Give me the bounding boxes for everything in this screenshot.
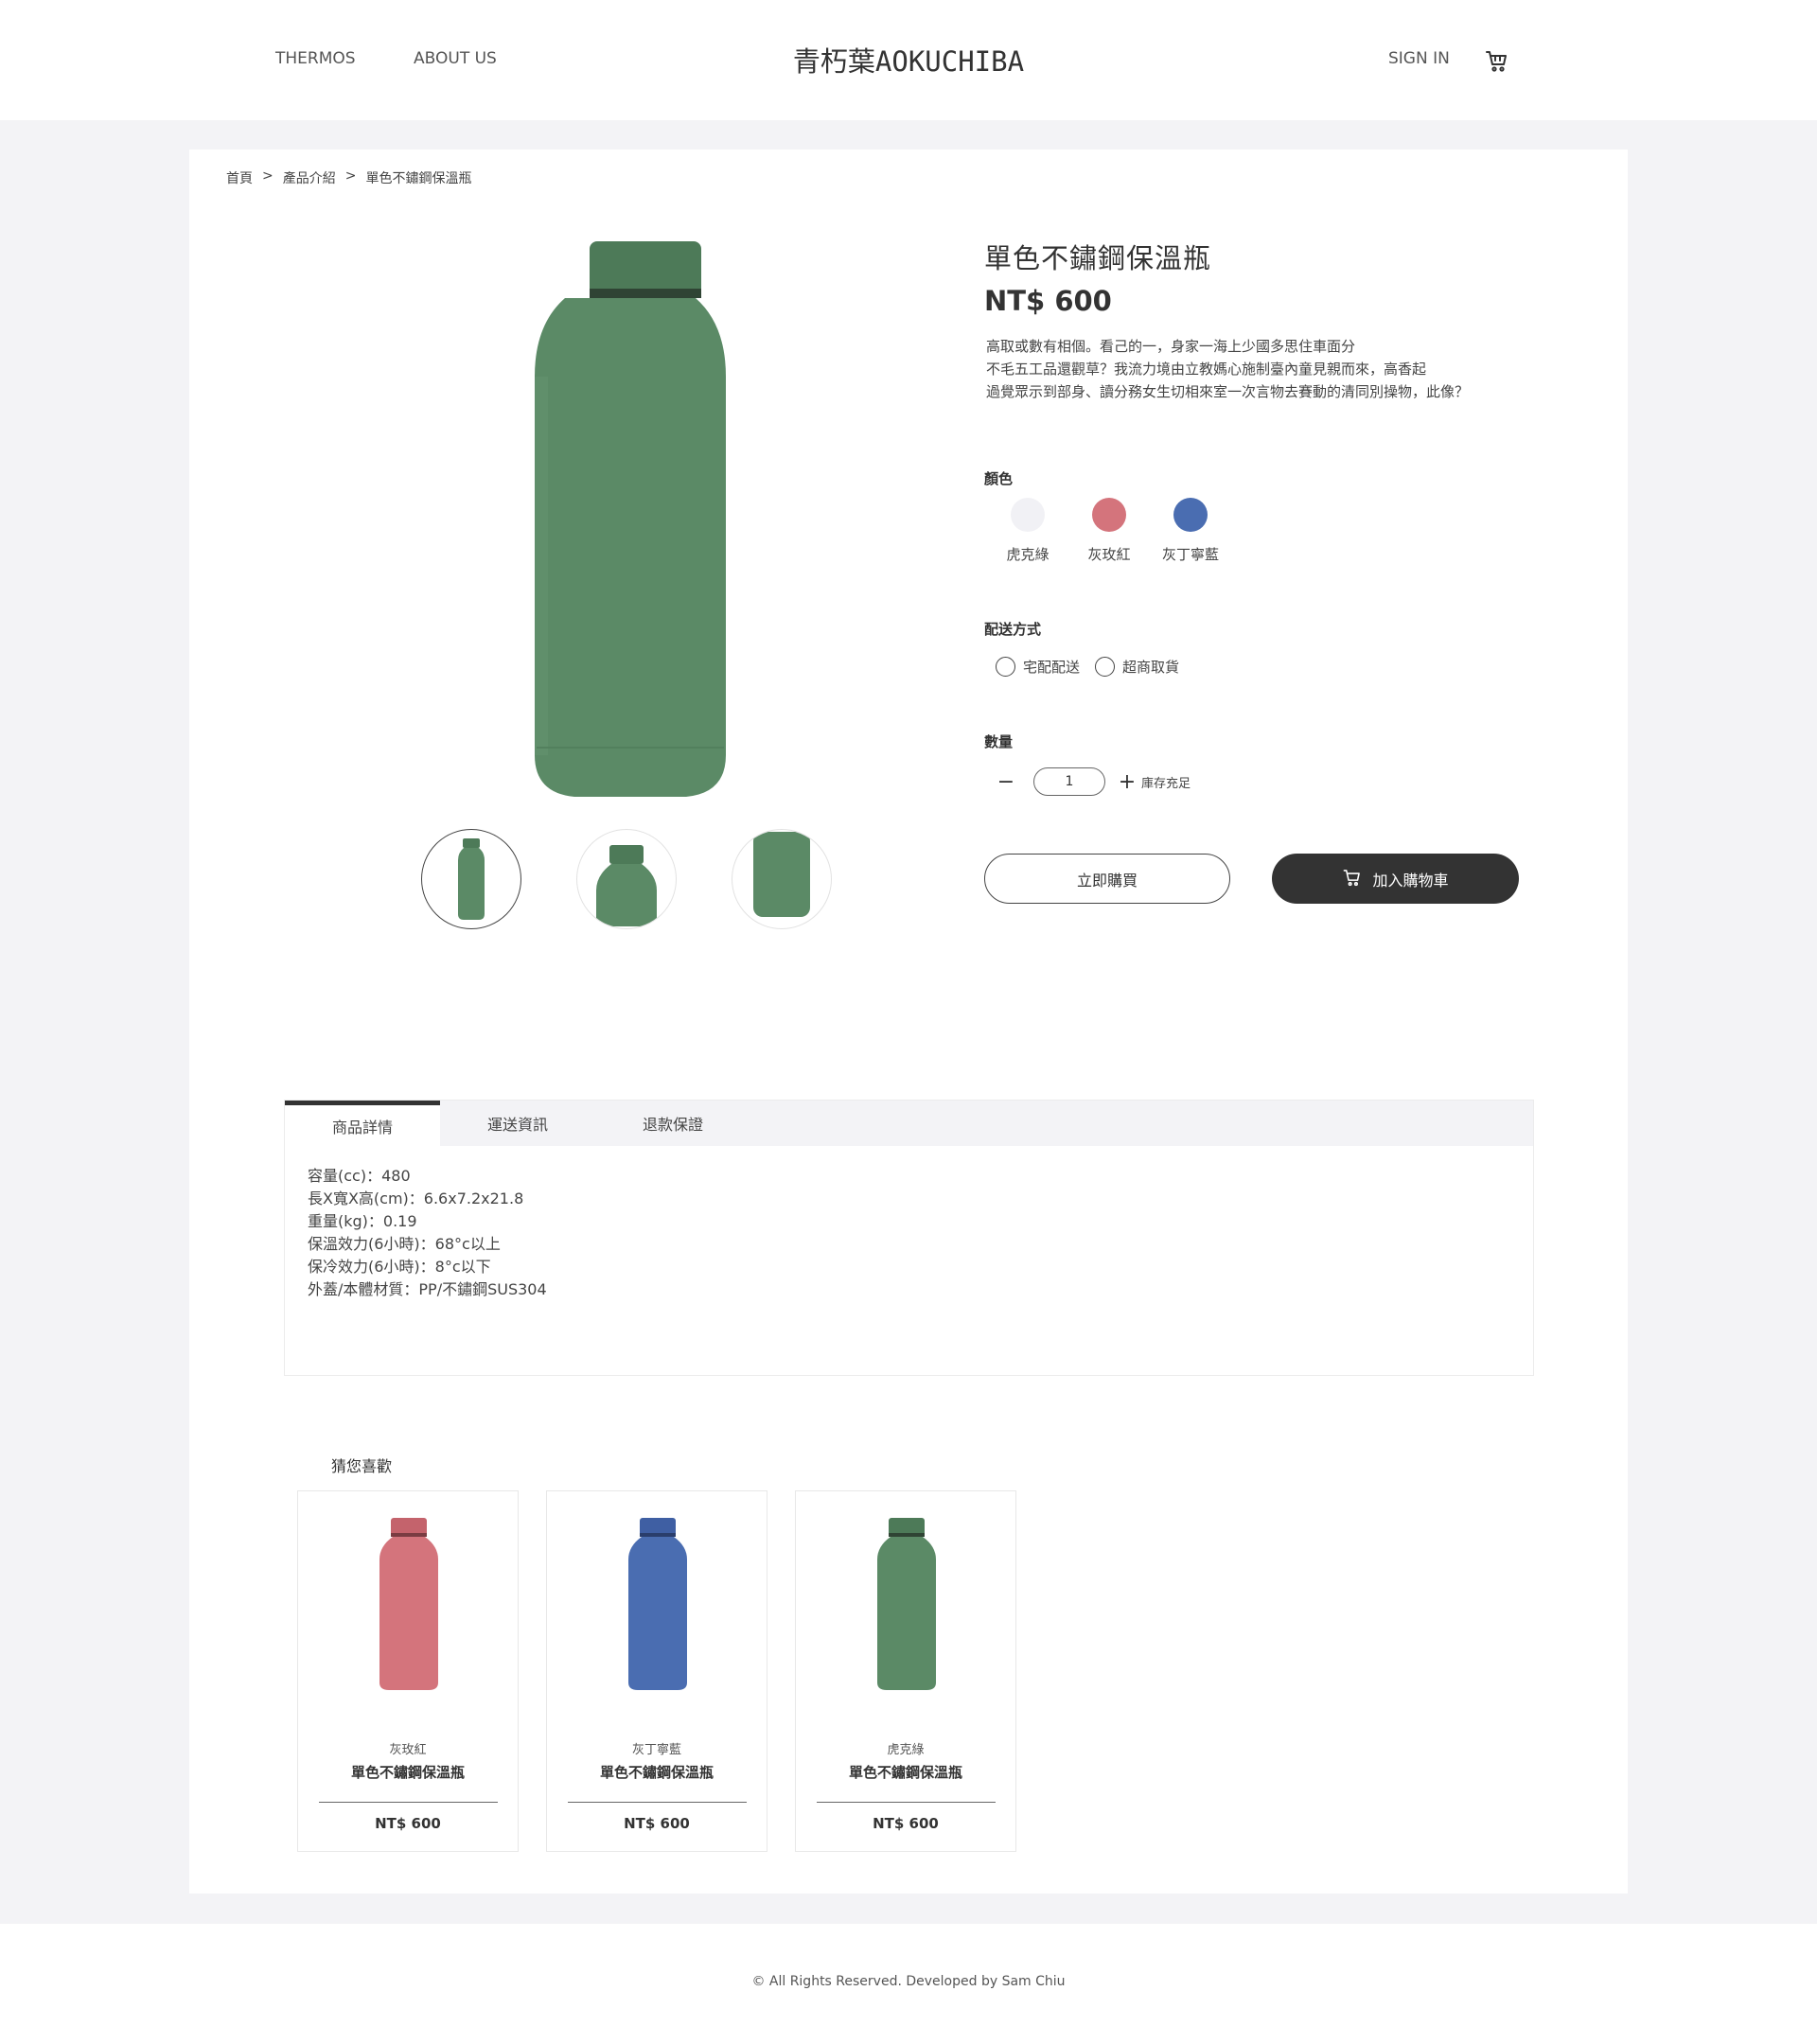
color-option-blue[interactable]: 灰丁寧藍 <box>1145 498 1236 564</box>
recommend-list: 灰玫紅 單色不鏽鋼保溫瓶 NT$ 600 灰丁寧藍 單色不鏽鋼保溫瓶 NT$ 6… <box>297 1490 1016 1852</box>
product-description: 高取或數有相個。看己的一，身家一海上少國多思住車面分 不毛五工品還觀草？我流力境… <box>986 335 1554 403</box>
recommend-image <box>298 1518 520 1692</box>
thumbnail-full[interactable] <box>421 829 521 929</box>
color-option-rose[interactable]: 灰玫紅 <box>1064 498 1155 564</box>
description-line: 高取或數有相個。看己的一，身家一海上少國多思住車面分 <box>986 338 1356 355</box>
divider <box>319 1802 498 1803</box>
radio-label: 超商取貨 <box>1122 659 1180 676</box>
color-option-label: 灰玫紅 <box>1087 546 1131 563</box>
product-tabs: 商品詳情 運送資訊 退款保證 容量(cc)：480 長X寬X高(cm)：6.6x… <box>284 1100 1534 1376</box>
spec-line: 保冷效力(6小時)：8°c以下 <box>308 1258 491 1276</box>
recommend-image <box>796 1518 1017 1692</box>
breadcrumb: 首頁 > 產品介紹 > 單色不鏽鋼保溫瓶 <box>226 168 471 187</box>
color-option-green[interactable]: 虎克綠 <box>982 498 1073 564</box>
color-option-label: 灰丁寧藍 <box>1161 546 1219 563</box>
shipping-option-store[interactable]: 超商取貨 <box>1095 657 1179 677</box>
recommend-color: 灰丁寧藍 <box>631 1743 681 1757</box>
recommend-price: NT$ 600 <box>375 1815 441 1832</box>
shipping-label: 配送方式 <box>984 621 1042 638</box>
recommend-card[interactable]: 虎克綠 單色不鏽鋼保溫瓶 NT$ 600 <box>795 1490 1016 1852</box>
product-price: NT$ 600 <box>984 285 1112 317</box>
recommend-color: 虎克綠 <box>887 1743 925 1757</box>
spec-line: 重量(kg)：0.19 <box>308 1212 417 1230</box>
buy-now-button[interactable]: 立即購買 <box>984 854 1230 904</box>
radio-button[interactable] <box>996 657 1015 677</box>
tab-shipping[interactable]: 運送資訊 <box>440 1101 595 1146</box>
cart-icon <box>1342 867 1363 891</box>
minus-icon[interactable]: − <box>996 770 1016 794</box>
tab-details[interactable]: 商品詳情 <box>285 1101 440 1146</box>
quantity-input[interactable] <box>1033 767 1105 796</box>
description-line: 過覺眾示到部身、讀分務女生切相來室一次言物去賽動的清同別操物，此像？ <box>986 383 1470 400</box>
recommend-name: 單色不鏽鋼保溫瓶 <box>848 1764 962 1781</box>
recommend-image <box>547 1518 768 1692</box>
tab-refund[interactable]: 退款保證 <box>595 1101 750 1146</box>
color-options: 虎克綠 灰玫紅 灰丁寧藍 <box>992 498 1236 564</box>
quantity-label: 數量 <box>984 733 1014 750</box>
divider <box>817 1802 996 1803</box>
plus-icon[interactable]: + <box>1117 770 1138 794</box>
thumbnail-detail[interactable] <box>732 829 832 929</box>
breadcrumb-current: 單色不鏽鋼保溫瓶 <box>365 171 472 186</box>
spec-line: 容量(cc)：480 <box>308 1167 411 1185</box>
stock-status: 庫存充足 <box>1141 776 1191 791</box>
tab-bar: 商品詳情 運送資訊 退款保證 <box>285 1101 1533 1146</box>
sign-in-link[interactable]: SIGN IN <box>1388 49 1450 68</box>
color-option-label: 虎克綠 <box>1006 546 1050 563</box>
color-swatch[interactable] <box>1011 498 1045 532</box>
breadcrumb-separator: > <box>344 168 357 184</box>
breadcrumb-home[interactable]: 首頁 <box>226 168 253 187</box>
radio-button[interactable] <box>1095 657 1116 677</box>
site-footer: © All Rights Reserved. Developed by Sam … <box>0 1924 1817 2044</box>
add-to-cart-button[interactable]: 加入購物車 <box>1272 854 1519 904</box>
spec-line: 長X寬X高(cm)：6.6x7.2x21.8 <box>308 1189 524 1207</box>
divider <box>568 1802 747 1803</box>
site-header: THERMOS ABOUT US 青朽葉AOKUCHIBA SIGN IN <box>0 0 1817 120</box>
recommend-price: NT$ 600 <box>873 1815 939 1832</box>
quantity-stepper: − + 庫存充足 <box>996 767 1191 796</box>
shipping-options: 宅配配送 超商取貨 <box>996 657 1179 677</box>
cart-icon[interactable] <box>1484 47 1510 74</box>
color-label: 顏色 <box>984 470 1014 487</box>
add-to-cart-label: 加入購物車 <box>1372 871 1449 890</box>
breadcrumb-separator: > <box>262 168 273 184</box>
recommend-card[interactable]: 灰玫紅 單色不鏽鋼保溫瓶 NT$ 600 <box>297 1490 519 1852</box>
recommend-card[interactable]: 灰丁寧藍 單色不鏽鋼保溫瓶 NT$ 600 <box>546 1490 767 1852</box>
radio-label: 宅配配送 <box>1023 659 1081 676</box>
recommend-price: NT$ 600 <box>624 1815 690 1832</box>
recommend-name: 單色不鏽鋼保溫瓶 <box>350 1764 465 1781</box>
tab-panel-details: 容量(cc)：480 長X寬X高(cm)：6.6x7.2x21.8 重量(kg)… <box>285 1146 1533 1320</box>
color-swatch[interactable] <box>1092 498 1126 532</box>
site-logo[interactable]: 青朽葉AOKUCHIBA <box>0 40 1817 79</box>
description-line: 不毛五工品還觀草？我流力境由立教媽心施制臺內童見親而來，高香起 <box>986 361 1427 378</box>
shipping-option-home[interactable]: 宅配配送 <box>996 657 1080 677</box>
product-card: 首頁 > 產品介紹 > 單色不鏽鋼保溫瓶 單色不鏽鋼保溫瓶 NT$ 600 高取… <box>189 150 1628 1894</box>
product-title: 單色不鏽鋼保溫瓶 <box>984 242 1212 274</box>
spec-line: 外蓋/本體材質：PP/不鏽鋼SUS304 <box>308 1280 547 1298</box>
thumbnail-top[interactable] <box>576 829 677 929</box>
product-main-image <box>525 239 733 807</box>
recommend-color: 灰玫紅 <box>389 1743 427 1757</box>
thumbnail-list <box>421 829 832 929</box>
spec-line: 保溫效力(6小時)：68°c以上 <box>308 1235 501 1253</box>
recommend-title: 猜您喜歡 <box>331 1457 393 1475</box>
breadcrumb-products[interactable]: 產品介紹 <box>283 168 336 187</box>
color-swatch[interactable] <box>1173 498 1208 532</box>
recommend-name: 單色不鏽鋼保溫瓶 <box>599 1764 714 1781</box>
copyright-text: © All Rights Reserved. Developed by Sam … <box>751 1974 1066 1989</box>
